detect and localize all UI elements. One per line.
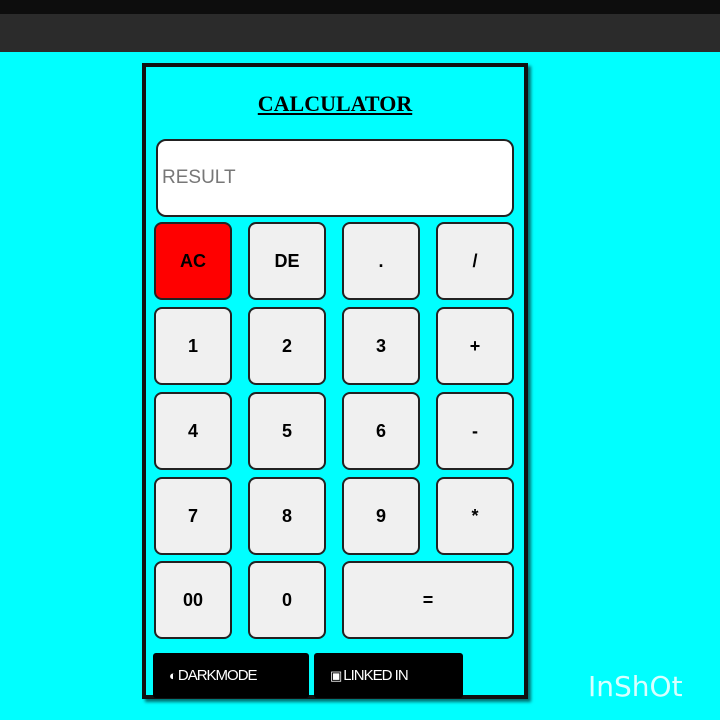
minus-button[interactable]: - — [436, 392, 514, 470]
result-display[interactable] — [156, 139, 514, 217]
digit-6-button[interactable]: 6 — [342, 392, 420, 470]
darkmode-button[interactable]: ◐ DARKMODE — [153, 653, 309, 698]
plus-button[interactable]: + — [436, 307, 514, 385]
linkedin-button[interactable]: ▣ LINKED IN — [314, 653, 463, 698]
digit-3-button[interactable]: 3 — [342, 307, 420, 385]
digit-4-button[interactable]: 4 — [154, 392, 232, 470]
digit-9-button[interactable]: 9 — [342, 477, 420, 555]
digit-2-button[interactable]: 2 — [248, 307, 326, 385]
digit-8-button[interactable]: 8 — [248, 477, 326, 555]
decimal-point-button[interactable]: . — [342, 222, 420, 300]
window-top-edge — [0, 0, 720, 14]
double-zero-button[interactable]: 00 — [154, 561, 232, 639]
half-circle-icon: ◐ — [169, 668, 177, 683]
calculator-title: CALCULATOR — [257, 91, 413, 116]
digit-0-button[interactable]: 0 — [248, 561, 326, 639]
linkedin-label: LINKED IN — [343, 667, 408, 684]
clear-all-button[interactable]: AC — [154, 222, 232, 300]
linkedin-icon: ▣ — [330, 667, 342, 683]
darkmode-label: DARKMODE — [177, 667, 258, 684]
calculator-panel: CALCULATOR AC DE . / 1 2 3 + 4 5 6 - 7 8… — [142, 63, 528, 699]
divide-button[interactable]: / — [436, 222, 514, 300]
browser-toolbar — [0, 14, 720, 52]
digit-1-button[interactable]: 1 — [154, 307, 232, 385]
digit-7-button[interactable]: 7 — [154, 477, 232, 555]
equals-button[interactable]: = — [342, 561, 514, 639]
multiply-button[interactable]: * — [436, 477, 514, 555]
delete-button[interactable]: DE — [248, 222, 326, 300]
inshot-watermark: InShOt — [588, 670, 683, 703]
digit-5-button[interactable]: 5 — [248, 392, 326, 470]
